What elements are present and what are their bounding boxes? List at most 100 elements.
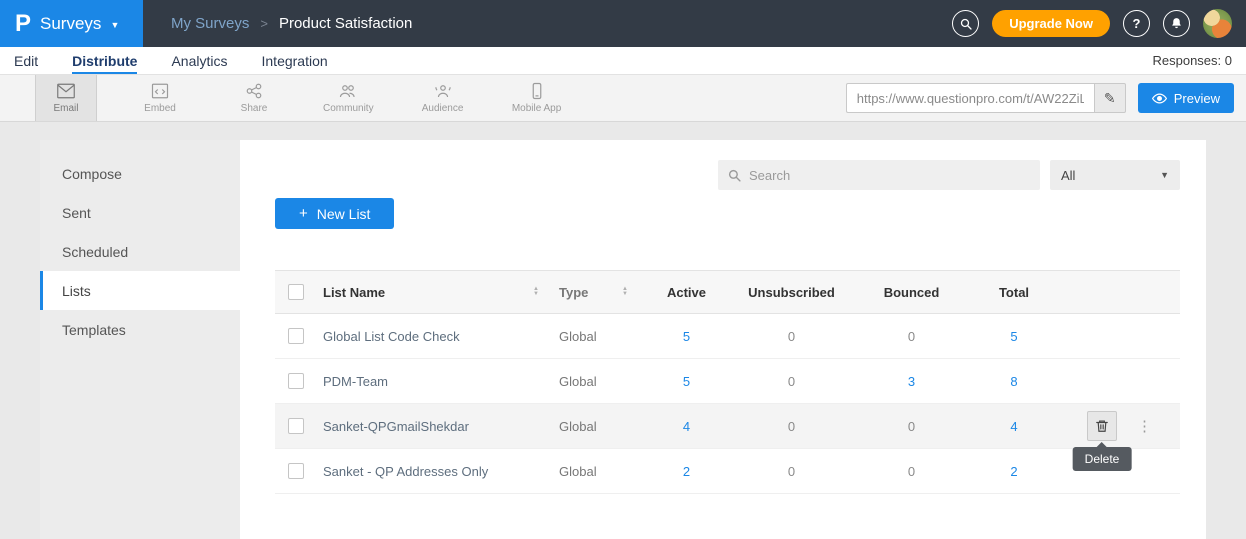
total-count[interactable]: 5 (969, 329, 1059, 344)
list-type: Global (559, 464, 644, 479)
column-header-list-name[interactable]: List Name ▲▼ (319, 285, 559, 300)
channel-email[interactable]: Email (35, 75, 97, 121)
channel-mobile-app[interactable]: Mobile App (506, 75, 568, 121)
main-panel: ComposeSentScheduledListsTemplates All ▼… (40, 140, 1206, 539)
column-header-active: Active (644, 285, 729, 300)
list-name-link[interactable]: Global List Code Check (323, 329, 460, 344)
unsubscribed-count: 0 (729, 329, 854, 344)
channel-label: Share (241, 103, 268, 114)
lists-content: All ▼ + New List List Name ▲▼ Type ▲▼ Ac… (240, 140, 1206, 539)
column-header-type[interactable]: Type ▲▼ (559, 285, 644, 300)
row-checkbox[interactable] (288, 463, 304, 479)
edit-url-button[interactable]: ✎ (1094, 83, 1126, 113)
unsubscribed-count: 0 (729, 464, 854, 479)
list-name-link[interactable]: PDM-Team (323, 374, 388, 389)
channel-label: Embed (144, 103, 176, 114)
sort-icon[interactable]: ▲▼ (533, 287, 539, 297)
select-all-checkbox[interactable] (288, 284, 304, 300)
channel-label: Community (323, 103, 374, 114)
channel-community[interactable]: Community (317, 75, 380, 121)
topbar-actions: Upgrade Now ? (952, 9, 1246, 38)
notifications-button[interactable] (1163, 10, 1190, 37)
sidebar-item-sent[interactable]: Sent (40, 193, 240, 232)
email-icon (57, 82, 75, 100)
table-row[interactable]: Sanket-QPGmailShekdarGlobal4004Delete⋮ (275, 404, 1180, 449)
sidebar-item-compose[interactable]: Compose (40, 154, 240, 193)
tab-analytics[interactable]: Analytics (171, 47, 227, 74)
column-header-unsubscribed: Unsubscribed (729, 285, 854, 300)
total-count[interactable]: 8 (969, 374, 1059, 389)
tab-distribute[interactable]: Distribute (72, 47, 137, 74)
tab-edit[interactable]: Edit (14, 47, 38, 74)
table-row[interactable]: PDM-TeamGlobal5038⋮ (275, 359, 1180, 404)
product-name: Surveys (40, 14, 101, 34)
channel-label: Mobile App (512, 103, 561, 114)
survey-url-input[interactable] (846, 83, 1094, 113)
nav-tabs: Edit Distribute Analytics Integration (14, 47, 328, 74)
share-icon (245, 82, 263, 100)
channel-label: Email (53, 103, 78, 114)
new-list-button[interactable]: + New List (275, 198, 394, 229)
sidebar-item-scheduled[interactable]: Scheduled (40, 232, 240, 271)
breadcrumb-separator-icon: > (260, 16, 268, 31)
embed-icon (151, 82, 169, 100)
unsubscribed-count: 0 (729, 419, 854, 434)
breadcrumb-my-surveys[interactable]: My Surveys (171, 15, 249, 32)
new-list-label: New List (317, 206, 371, 222)
lists-table: List Name ▲▼ Type ▲▼ Active Unsubscribed… (275, 270, 1180, 494)
help-button[interactable]: ? (1123, 10, 1150, 37)
sidebar-item-lists[interactable]: Lists (40, 271, 240, 310)
chevron-down-icon: ▼ (1160, 170, 1169, 180)
toolbar-right: ✎ Preview (846, 75, 1246, 121)
channel-embed[interactable]: Embed (129, 75, 191, 121)
content-top: All ▼ (275, 160, 1180, 190)
list-type: Global (559, 419, 644, 434)
row-checkbox[interactable] (288, 418, 304, 434)
column-header-bounced: Bounced (854, 285, 969, 300)
questionpro-logo: P (15, 12, 31, 36)
bounced-count: 0 (854, 419, 969, 434)
channel-share[interactable]: Share (223, 75, 285, 121)
filter-value: All (1061, 168, 1075, 183)
active-count[interactable]: 5 (644, 374, 729, 389)
table-row[interactable]: Global List Code CheckGlobal5005⋮ (275, 314, 1180, 359)
upgrade-now-button[interactable]: Upgrade Now (992, 10, 1110, 37)
table-body: Global List Code CheckGlobal5005⋮PDM-Tea… (275, 314, 1180, 494)
tab-integration[interactable]: Integration (262, 47, 328, 74)
survey-nav: EditDistributeAnalyticsIntegration Respo… (0, 47, 1246, 75)
total-count[interactable]: 4 (969, 419, 1059, 434)
user-avatar[interactable] (1203, 9, 1232, 38)
active-count[interactable]: 2 (644, 464, 729, 479)
bell-icon (1170, 17, 1183, 30)
bounced-count: 0 (854, 464, 969, 479)
search-button[interactable] (952, 10, 979, 37)
list-name-link[interactable]: Sanket - QP Addresses Only (323, 464, 488, 479)
list-search-input[interactable] (749, 168, 1030, 183)
search-icon (728, 169, 741, 182)
active-count[interactable]: 4 (644, 419, 729, 434)
survey-url-group: ✎ (846, 83, 1126, 113)
total-count[interactable]: 2 (969, 464, 1059, 479)
list-search-box (718, 160, 1040, 190)
pencil-icon: ✎ (1104, 90, 1116, 107)
email-sidebar: ComposeSentScheduledListsTemplates (40, 140, 240, 539)
more-options-icon[interactable]: ⋮ (1137, 417, 1152, 435)
channel-audience[interactable]: Audience (412, 75, 474, 121)
sidebar-item-templates[interactable]: Templates (40, 310, 240, 349)
delete-button[interactable]: Delete (1087, 411, 1117, 441)
mobile-app-icon (528, 82, 546, 100)
list-filter-dropdown[interactable]: All ▼ (1050, 160, 1180, 190)
row-checkbox[interactable] (288, 373, 304, 389)
active-count[interactable]: 5 (644, 329, 729, 344)
preview-button[interactable]: Preview (1138, 83, 1234, 113)
sort-icon[interactable]: ▲▼ (622, 287, 628, 297)
breadcrumb-current-survey: Product Satisfaction (279, 15, 412, 32)
list-name-link[interactable]: Sanket-QPGmailShekdar (323, 419, 469, 434)
list-type: Global (559, 329, 644, 344)
delete-tooltip: Delete (1073, 447, 1132, 471)
bounced-count[interactable]: 3 (854, 374, 969, 389)
row-checkbox[interactable] (288, 328, 304, 344)
product-menu[interactable]: P Surveys ▼ (0, 0, 143, 47)
channel-label: Audience (422, 103, 464, 114)
table-row[interactable]: Sanket - QP Addresses OnlyGlobal2002⋮ (275, 449, 1180, 494)
